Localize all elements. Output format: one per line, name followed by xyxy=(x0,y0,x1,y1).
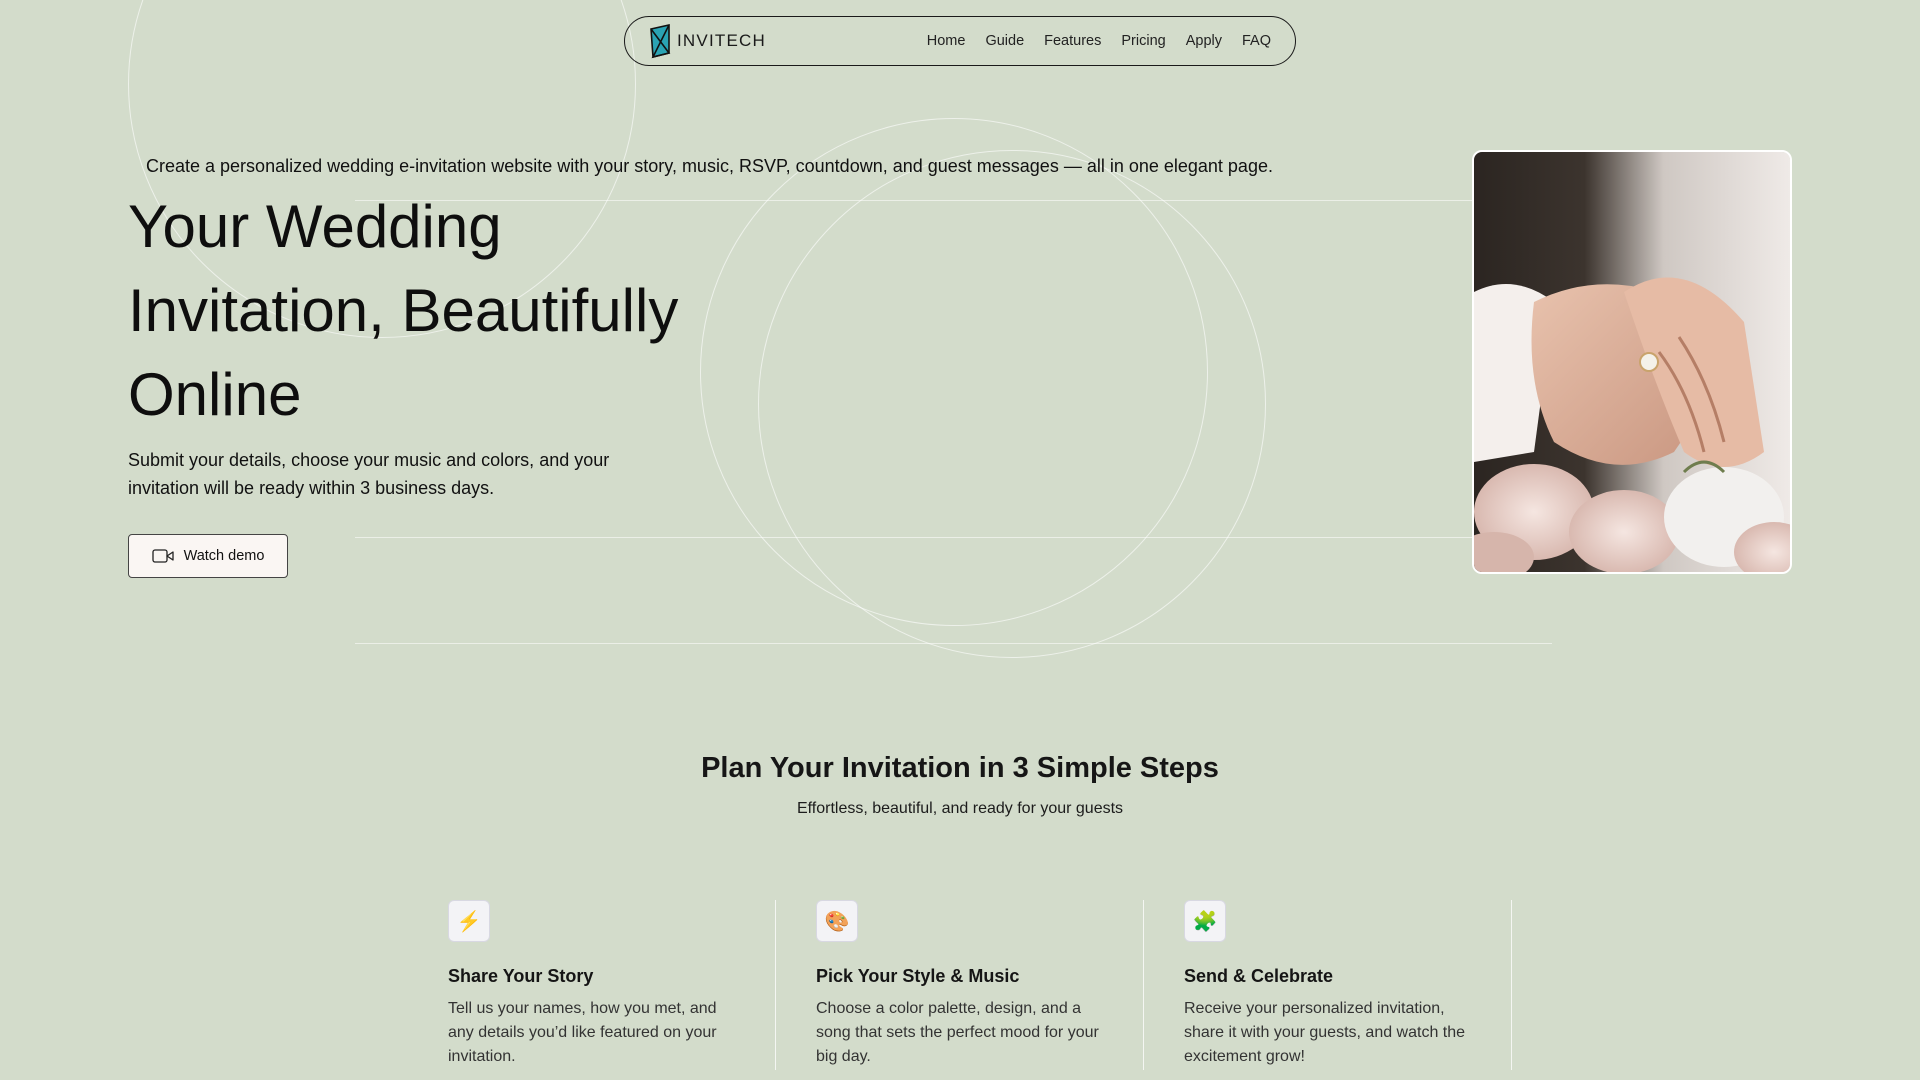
nav-link-apply[interactable]: Apply xyxy=(1186,33,1222,49)
steps-section-title: Plan Your Invitation in 3 Simple Steps xyxy=(701,752,1219,784)
nav-link-pricing[interactable]: Pricing xyxy=(1121,33,1165,49)
nav-link-faq[interactable]: FAQ xyxy=(1242,33,1271,49)
step-divider xyxy=(775,900,776,1070)
hero-subtitle: Submit your details, choose your music a… xyxy=(128,450,610,498)
wedding-photo xyxy=(1472,150,1792,574)
hero-title-line: Invitation, Beautifully xyxy=(128,277,679,344)
puzzle-icon: 🧩 xyxy=(1184,900,1226,942)
step-description: Choose a color palette, design, and a so… xyxy=(816,1000,1099,1065)
logo-text: INVITECH xyxy=(677,31,766,50)
step-card: 🧩 Send & Celebrate Receive your personal… xyxy=(1184,900,1484,1069)
hero-title-line: Your Wedding xyxy=(128,193,502,260)
step-title: Pick Your Style & Music xyxy=(816,966,1020,986)
steps-section-subtitle: Effortless, beautiful, and ready for you… xyxy=(796,800,1124,817)
step-card: 🎨 Pick Your Style & Music Choose a color… xyxy=(816,900,1116,1069)
nav-links: Home Guide Features Pricing Apply FAQ xyxy=(927,33,1271,49)
wedding-hands-ring-image xyxy=(1474,152,1790,572)
nav-link-home[interactable]: Home xyxy=(927,33,966,49)
palette-icon: 🎨 xyxy=(816,900,858,942)
hero-title: Your Wedding Invitation, Beautifully Onl… xyxy=(128,185,728,437)
logo-mark-icon xyxy=(650,24,671,59)
hero-title-line: Online xyxy=(128,361,302,428)
nav-link-guide[interactable]: Guide xyxy=(985,33,1024,49)
step-description: Tell us your names, how you met, and any… xyxy=(448,1000,717,1065)
watch-demo-button[interactable]: Watch demo xyxy=(128,534,288,578)
lightning-icon: ⚡ xyxy=(448,900,490,942)
brand-logo[interactable]: INVITECH xyxy=(649,23,766,59)
watch-demo-label: Watch demo xyxy=(183,548,265,564)
video-camera-icon xyxy=(151,549,174,563)
step-divider xyxy=(1511,900,1512,1070)
top-navbar: INVITECH Home Guide Features Pricing App… xyxy=(624,16,1296,66)
step-card: ⚡ Share Your Story Tell us your names, h… xyxy=(448,900,748,1069)
step-title: Share Your Story xyxy=(448,966,594,986)
nav-link-features[interactable]: Features xyxy=(1044,33,1101,49)
hero-tagline: Create a personalized wedding e-invitati… xyxy=(146,156,1273,176)
step-divider xyxy=(1143,900,1144,1070)
step-title: Send & Celebrate xyxy=(1184,966,1334,986)
step-description: Receive your personalized invitation, sh… xyxy=(1184,1000,1466,1065)
